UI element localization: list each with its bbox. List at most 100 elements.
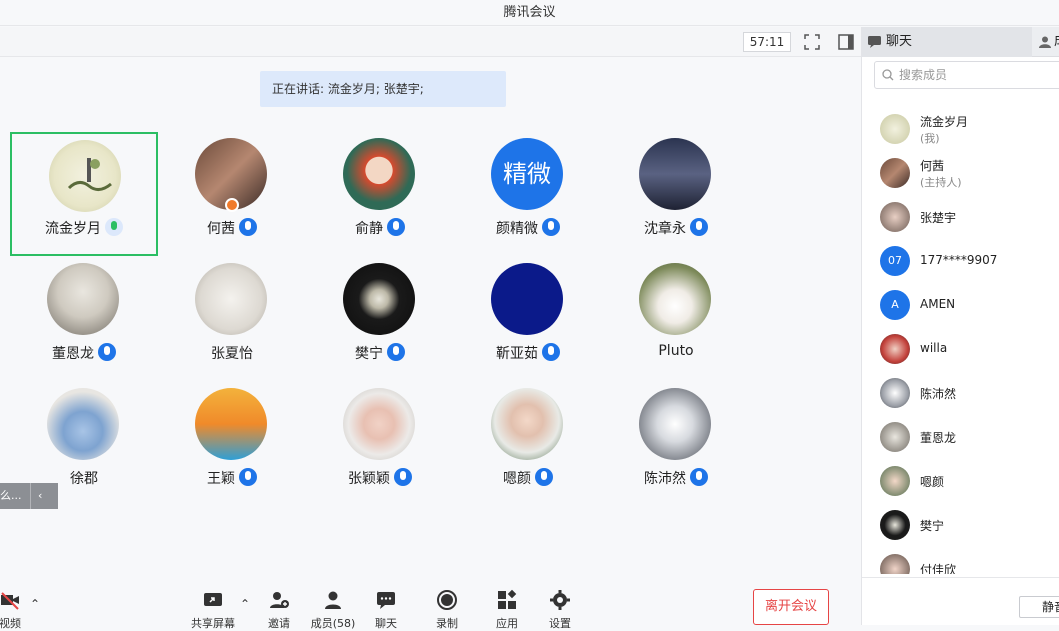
avatar: [195, 388, 267, 460]
participant-name: 张夏怡: [211, 346, 253, 362]
participant-tile[interactable]: 嗯颜: [454, 382, 602, 506]
avatar: [880, 158, 910, 188]
avatar: [639, 388, 711, 460]
participant-name: 张颖颖: [348, 471, 390, 487]
participant-name: Pluto: [658, 343, 694, 359]
apps-button[interactable]: 应用: [477, 585, 537, 630]
participant-tile[interactable]: 何茜: [158, 132, 306, 256]
tab-chat[interactable]: 聊天: [862, 27, 1032, 57]
chevron-left-icon: ‹: [38, 489, 43, 502]
avatar: [880, 334, 910, 364]
top-toolbar: 57:11: [0, 27, 862, 57]
video-grid: 流金岁月 何茜 俞静 精微 颜精微 沈章永 董恩龙 张夏怡 樊宁 靳亚茹 Plu…: [0, 120, 862, 530]
participant-name: 嗯颜: [503, 471, 531, 487]
avatar: [639, 263, 711, 335]
person-icon: [1039, 36, 1051, 48]
chat-button[interactable]: 聊天: [356, 585, 416, 630]
avatar: [880, 422, 910, 452]
avatar: A: [880, 290, 910, 320]
mic-icon: [690, 218, 708, 236]
avatar: [343, 263, 415, 335]
avatar: [880, 378, 910, 408]
mic-icon: [239, 468, 257, 486]
chevron-up-icon[interactable]: ⌃: [30, 597, 40, 611]
member-item[interactable]: 付佳欣: [880, 552, 1059, 574]
avatar: [47, 263, 119, 335]
member-item[interactable]: 07 177****9907: [880, 244, 1059, 278]
avatar: [491, 388, 563, 460]
record-button[interactable]: 录制: [417, 585, 477, 630]
mute-all-button[interactable]: 静音: [1019, 596, 1059, 618]
apps-icon: [498, 589, 517, 609]
member-item[interactable]: 张楚宇: [880, 200, 1059, 234]
gear-icon: [550, 590, 570, 610]
participant-tile[interactable]: Pluto: [602, 257, 750, 381]
tab-members[interactable]: 成: [1034, 27, 1059, 57]
participant-tile[interactable]: 靳亚茹: [454, 257, 602, 381]
participant-tile[interactable]: 流金岁月: [10, 132, 158, 256]
mic-icon: [387, 343, 405, 361]
participant-name: 董恩龙: [52, 346, 94, 362]
member-item[interactable]: 陈沛然: [880, 376, 1059, 410]
mic-icon: [387, 218, 405, 236]
avatar: [195, 263, 267, 335]
members-button[interactable]: 成员(58): [303, 585, 363, 630]
participant-tile[interactable]: 董恩龙: [10, 257, 158, 381]
participant-tile[interactable]: 张夏怡: [158, 257, 306, 381]
member-item[interactable]: willa: [880, 332, 1059, 366]
mic-icon: [98, 343, 116, 361]
record-icon: [437, 590, 457, 610]
member-item[interactable]: 流金岁月 (我): [880, 112, 1059, 146]
participant-tile[interactable]: 精微 颜精微: [454, 132, 602, 256]
avatar: [639, 138, 711, 210]
avatar: [491, 263, 563, 335]
members-icon: [325, 591, 341, 609]
participant-tile[interactable]: 俞静: [306, 132, 454, 256]
avatar: [49, 140, 121, 212]
speaking-indicator: 正在讲话: 流金岁月; 张楚宇;: [260, 71, 506, 107]
member-item[interactable]: 嗯颜: [880, 464, 1059, 498]
avatar: [343, 138, 415, 210]
participant-name: 王颖: [207, 471, 235, 487]
share-screen-button[interactable]: 共享屏幕: [183, 585, 243, 630]
member-item[interactable]: 樊宁: [880, 508, 1059, 542]
avatar: 精微: [491, 138, 563, 210]
panel-footer: 静音: [862, 577, 1059, 625]
fullscreen-icon[interactable]: [803, 33, 821, 51]
invite-button[interactable]: 邀请: [249, 585, 309, 630]
avatar-initials: 精微: [503, 160, 551, 188]
member-item[interactable]: 何茜 (主持人): [880, 156, 1059, 190]
mic-icon: [239, 218, 257, 236]
participant-name: 徐郡: [70, 471, 98, 487]
collapsed-side-tab[interactable]: 么... ‹: [0, 483, 58, 509]
layout-toggle-icon[interactable]: [837, 33, 855, 51]
chat-icon: [868, 36, 881, 48]
member-item[interactable]: 董恩龙: [880, 420, 1059, 454]
participant-tile[interactable]: 樊宁: [306, 257, 454, 381]
video-off-icon: [1, 592, 19, 610]
participant-name: 何茜: [207, 221, 235, 237]
participant-name: 颜精微: [496, 221, 538, 237]
search-members-input[interactable]: 搜索成员: [874, 61, 1059, 89]
settings-button[interactable]: 设置: [530, 585, 590, 630]
leave-meeting-button[interactable]: 离开会议: [753, 589, 829, 625]
avatar: [880, 202, 910, 232]
avatar: [880, 466, 910, 496]
panel-tabs: 聊天 成: [862, 27, 1059, 57]
search-icon: [882, 69, 894, 81]
participant-tile[interactable]: 沈章永: [602, 132, 750, 256]
mic-icon: [105, 218, 123, 236]
participant-tile[interactable]: 陈沛然: [602, 382, 750, 506]
side-panel: 聊天 成 搜索成员 流金岁月 (我) 何茜 (主持人) 张楚宇 07 177**…: [862, 27, 1059, 625]
participant-tile[interactable]: 张颖颖: [306, 382, 454, 506]
mic-icon: [542, 218, 560, 236]
avatar: [47, 388, 119, 460]
avatar: [880, 554, 910, 574]
mic-icon: [542, 343, 560, 361]
avatar: [880, 114, 910, 144]
chat-icon: [377, 592, 395, 609]
share-screen-icon: [204, 593, 222, 606]
member-item[interactable]: A AMEN: [880, 288, 1059, 322]
mic-icon: [690, 468, 708, 486]
participant-tile[interactable]: 王颖: [158, 382, 306, 506]
